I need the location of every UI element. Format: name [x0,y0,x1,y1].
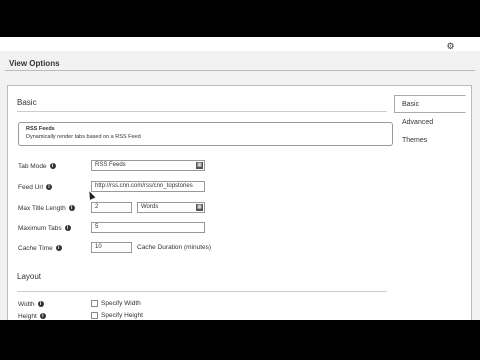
maximum-tabs-label: Maximum Tabs i [18,225,71,232]
info-box: RSS Feeds Dynamically render tabs based … [18,122,393,146]
specify-height-label: Specify Height [101,312,143,319]
maximum-tabs-row: Maximum Tabs i [18,223,88,235]
section-title-basic: Basic [17,98,37,107]
info-icon[interactable]: i [49,163,56,170]
info-icon[interactable]: i [55,245,62,252]
cache-time-label-text: Cache Time [18,245,53,252]
cache-time-row: Cache Time i [18,243,88,255]
info-icon[interactable]: i [64,225,71,232]
cache-time-input[interactable]: 10 [91,242,132,253]
feed-url-label: Feed Url i [18,184,52,191]
info-icon[interactable]: i [45,184,52,191]
width-row: Width i [18,299,88,311]
width-label-text: Width [18,301,35,308]
tab-mode-label: Tab Mode i [18,163,56,170]
info-icon[interactable]: i [39,313,46,320]
basic-divider [17,111,387,112]
title-divider [5,70,475,71]
calendar-icon[interactable]: ▦ [196,204,203,211]
cache-duration-label: Cache Duration (minutes) [137,244,212,251]
max-title-unit-select[interactable]: Words ▦ [137,202,205,213]
info-icon[interactable]: i [68,205,75,212]
max-title-unit-value: Words [141,204,159,210]
section-title-layout: Layout [17,272,42,281]
maximum-tabs-input[interactable]: 5 [91,222,205,233]
top-bar: ⚙ [0,37,480,51]
calendar-icon[interactable]: ▦ [196,162,203,169]
specify-height-checkbox[interactable] [91,312,98,319]
tab-advanced[interactable]: Advanced [394,113,466,131]
tab-mode-value: RSS Feeds [95,162,126,168]
gear-icon[interactable]: ⚙ [446,42,455,51]
height-row: Height i [18,311,88,320]
feed-url-row: Feed Url i [18,182,88,194]
specify-width-checkbox[interactable] [91,300,98,307]
tab-themes[interactable]: Themes [394,131,466,149]
height-label: Height i [18,313,46,320]
max-title-length-input[interactable]: 2 [91,202,132,213]
page-title: View Options [9,59,60,68]
cache-time-label: Cache Time i [18,245,62,252]
feed-url-label-text: Feed Url [18,184,43,191]
height-label-text: Height [18,313,37,320]
info-heading: RSS Feeds [26,126,55,132]
width-label: Width i [18,301,44,308]
screen: ⚙ View Options Basic Advanced Themes Bas… [0,37,480,320]
max-title-length-label-text: Max Title Length [18,205,66,212]
max-title-length-row: Max Title Length i [18,203,93,215]
maximum-tabs-label-text: Maximum Tabs [18,225,62,232]
tab-basic[interactable]: Basic [394,95,466,113]
tab-list: Basic Advanced Themes [394,95,466,149]
tab-mode-label-text: Tab Mode [18,163,47,170]
tab-mode-select[interactable]: RSS Feeds ▦ [91,160,205,171]
specify-width-label: Specify Width [101,300,141,307]
info-description: Dynamically render tabs based on a RSS F… [26,134,141,140]
feed-url-input[interactable]: http://rss.cnn.com/rss/cnn_topstories [91,181,205,192]
info-icon[interactable]: i [37,301,44,308]
layout-divider [17,291,387,292]
max-title-length-label: Max Title Length i [18,205,75,212]
